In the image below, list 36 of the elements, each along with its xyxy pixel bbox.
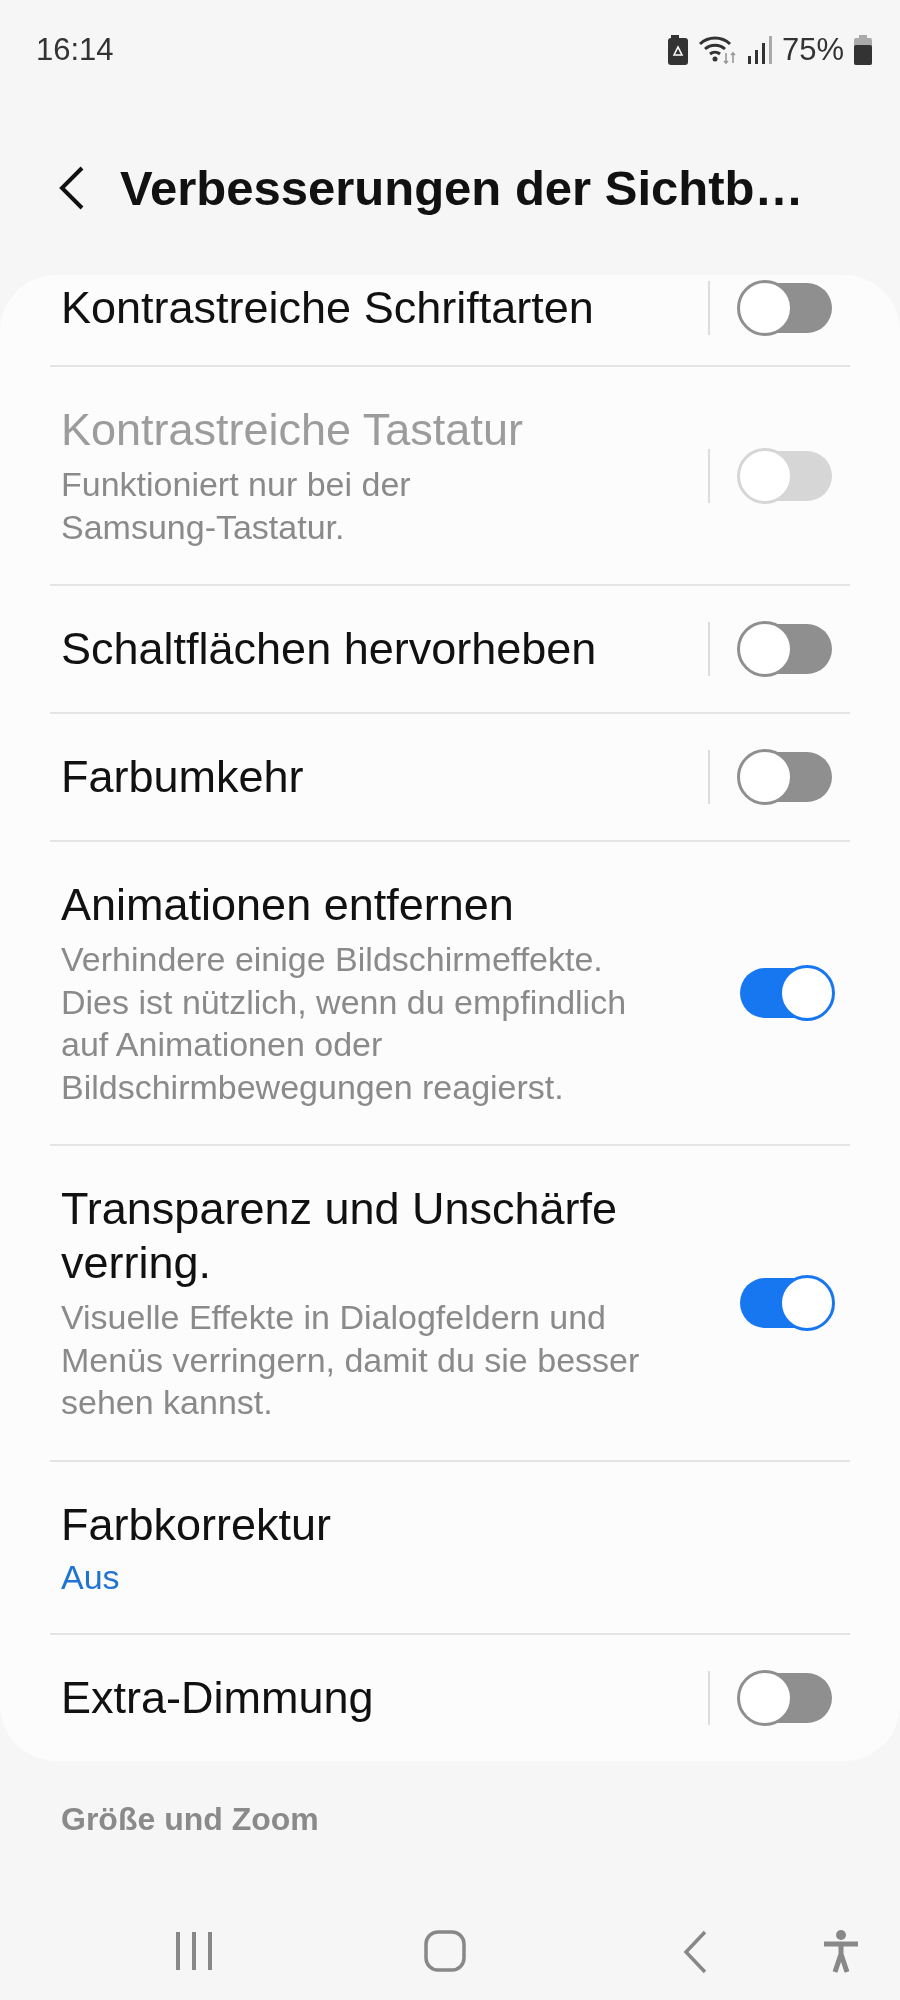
- toggle-switch[interactable]: [740, 1277, 832, 1328]
- setting-row[interactable]: Farbkorrektur Aus: [50, 1461, 850, 1635]
- battery-icon: [854, 35, 872, 65]
- setting-title: Kontrastreiche Schriftarten: [61, 281, 595, 335]
- setting-description: Funktioniert nur bei der Samsung-Tastatur.: [61, 464, 412, 548]
- wifi-icon: [697, 35, 738, 65]
- setting-description: Visuelle Effekte in Dialogfeldern und Menüs verringern, damit du sie besser sehen kannst.: [61, 1297, 641, 1423]
- toggle-switch[interactable]: [740, 624, 832, 674]
- clock-time: 16:14: [36, 32, 114, 68]
- setting-title: Kontrastreiche Tastatur: [61, 403, 524, 457]
- toggle-setting-row[interactable]: Farbumkehr: [50, 714, 850, 842]
- page-title: Verbesserungen der Sichtb…: [120, 159, 804, 216]
- signal-icon: [747, 36, 772, 64]
- accessibility-icon[interactable]: [822, 1930, 860, 1974]
- toggle-setting-row[interactable]: Extra-Dimmung: [50, 1634, 850, 1761]
- toggle-setting-row[interactable]: Transparenz und Unschärfe verring. Visuelle Effekte in Dialogfeldern und Menüs verringern, damit du sie besser sehen kannst.: [50, 1146, 850, 1462]
- setting-value: Aus: [61, 1557, 121, 1597]
- recent-apps-button[interactable]: [174, 1930, 214, 1972]
- toggle-setting-row[interactable]: Schaltflächen hervorheben: [50, 586, 850, 714]
- setting-title: Schaltflächen hervorheben: [61, 622, 598, 676]
- setting-description: Verhindere einige Bildschirmeffekte. Dies ist nützlich, wenn du empfindlich auf Animationen oder Bildschirmbewegungen reagierst.: [61, 939, 628, 1108]
- setting-title: Animationen entfernen: [61, 878, 515, 932]
- toggle-switch[interactable]: [740, 1672, 832, 1723]
- home-button[interactable]: [424, 1930, 466, 1972]
- battery-percentage: 75%: [781, 32, 844, 68]
- battery-saver-icon: [667, 35, 688, 65]
- toggle-setting-row[interactable]: Kontrastreiche Schriftarten: [50, 275, 850, 367]
- toggle-setting-row[interactable]: Animationen entfernen Verhindere einige Bildschirmeffekte. Dies ist nützlich, wenn du empfindlich auf Animationen oder Bildschirmbewegungen reagierst.: [50, 842, 850, 1146]
- toggle-switch[interactable]: [740, 968, 832, 1018]
- section-header: Größe und Zoom: [61, 1800, 319, 1837]
- setting-title: Farbkorrektur: [61, 1497, 333, 1552]
- setting-title: Transparenz und Unschärfe verring.: [61, 1182, 619, 1290]
- toggle-switch[interactable]: [740, 752, 832, 802]
- setting-title: Farbumkehr: [61, 750, 305, 804]
- toggle-switch[interactable]: [740, 283, 832, 333]
- setting-title: Extra-Dimmung: [61, 1670, 375, 1725]
